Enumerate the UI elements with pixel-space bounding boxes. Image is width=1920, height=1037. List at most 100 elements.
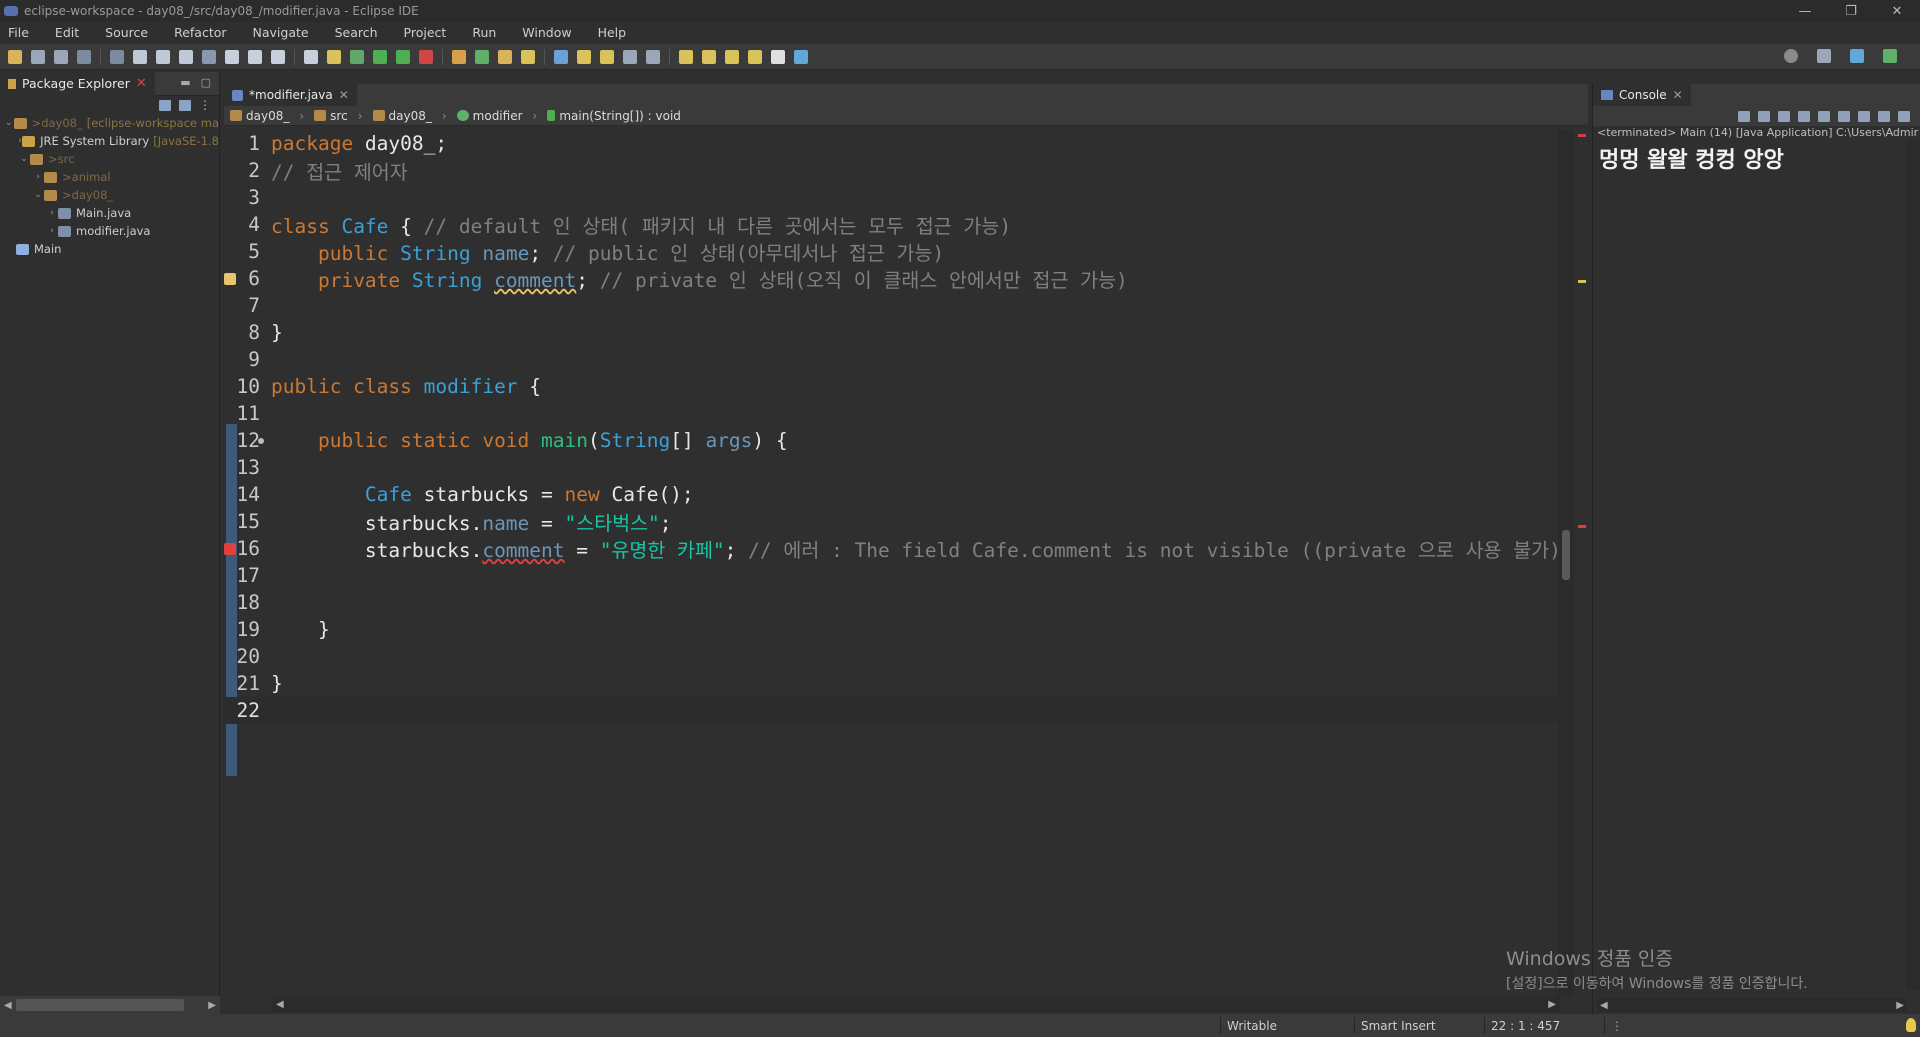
console-horizontal-scrollbar[interactable]: ◀ ▶ [1597, 998, 1907, 1012]
skip-breakpoints-icon[interactable] [110, 49, 124, 64]
scroll-left-icon[interactable]: ◀ [276, 999, 284, 1010]
toggle-mark-occurrences-icon[interactable] [554, 49, 568, 64]
step-over-icon[interactable] [248, 49, 262, 64]
open-type-icon[interactable] [498, 49, 512, 64]
back-arrow-icon[interactable] [748, 49, 762, 64]
remove-launch-icon[interactable] [1758, 110, 1770, 122]
code-line[interactable]: 12 public static void main(String[] args… [224, 427, 1574, 454]
next-annotation-icon[interactable] [679, 49, 693, 64]
minimize-button[interactable]: — [1782, 0, 1828, 22]
display-selected-console-icon[interactable] [1878, 110, 1890, 122]
tab-modifier-java[interactable]: *modifier.java ✕ [224, 84, 357, 106]
expanded-chevron-icon[interactable]: ⌄ [4, 114, 14, 132]
horizontal-scrollbar[interactable]: ◀ ▶ [0, 996, 220, 1014]
scroll-right-icon[interactable]: ▶ [1548, 999, 1556, 1010]
scroll-left-icon[interactable]: ◀ [1600, 1000, 1608, 1011]
tree-item[interactable]: Main [0, 240, 219, 258]
code-line[interactable]: 4 class Cafe { // default 인 상태( 패키지 내 다른 … [224, 211, 1574, 238]
tree-item[interactable]: ⌄ > day08_ [eclipse-workspace ma [0, 114, 219, 132]
new-java-project-icon[interactable] [452, 49, 466, 64]
coverage-icon[interactable] [396, 49, 410, 64]
collapsed-chevron-icon[interactable]: › [32, 168, 44, 186]
maximize-panel-icon[interactable]: ▢ [201, 76, 211, 89]
tree-item[interactable]: › modifier.java [0, 222, 219, 240]
terminal-icon[interactable] [77, 49, 91, 64]
code-line[interactable]: 22 [224, 697, 1574, 724]
toggle-block-selection-icon[interactable] [600, 49, 614, 64]
menu-navigate[interactable]: Navigate [253, 25, 309, 40]
console-output[interactable]: 멍멍 왈왈 컹컹 앙앙 [1593, 140, 1920, 176]
tab-console[interactable]: Console ✕ [1593, 84, 1691, 106]
tree-item[interactable]: › > animal [0, 168, 219, 186]
step-return-icon[interactable] [271, 49, 285, 64]
code-line[interactable]: 18 [224, 589, 1574, 616]
editor-horizontal-scrollbar[interactable]: ◀ ▶ [272, 996, 1560, 1012]
code-line[interactable]: 19 } [224, 616, 1574, 643]
tree-item[interactable]: › JRE System Library [JavaSE-1.8 [0, 132, 219, 150]
save-all-icon[interactable] [54, 49, 68, 64]
warning-marker-icon[interactable] [224, 272, 236, 285]
code-line[interactable]: 2 // 접근 제어자 [224, 157, 1574, 184]
menu-file[interactable]: File [8, 25, 29, 40]
breadcrumb-class[interactable]: modifier [456, 109, 523, 123]
code-line[interactable]: 16 starbucks.comment = "유명한 카페"; // 에러 :… [224, 535, 1574, 562]
breadcrumb-method[interactable]: main(String[]) : void [547, 109, 681, 123]
code-line[interactable]: 17 [224, 562, 1574, 589]
scroll-right-icon[interactable]: ▶ [208, 1000, 216, 1011]
terminate-icon[interactable] [179, 49, 193, 64]
code-line[interactable]: 6 private String comment; // private 인 상… [224, 265, 1574, 292]
menu-edit[interactable]: Edit [55, 25, 79, 40]
last-edit-location-icon[interactable] [725, 49, 739, 64]
tree-item[interactable]: ⌄ > src [0, 150, 219, 168]
java-perspective-icon[interactable] [1850, 49, 1864, 63]
toggle-highlight-icon[interactable] [577, 49, 591, 64]
menu-help[interactable]: Help [598, 25, 627, 40]
pin-console-icon[interactable] [1858, 110, 1870, 122]
error-marker-icon[interactable] [224, 542, 236, 555]
scrollbar-thumb[interactable] [16, 999, 184, 1011]
search-icon[interactable] [1784, 49, 1798, 63]
clear-console-icon[interactable] [1798, 110, 1810, 122]
fold-indicator-icon[interactable] [258, 437, 264, 444]
code-editor[interactable]: 1 package day08_; 2 // 접근 제어자 3 4 class Cafe {… [224, 130, 1574, 996]
collapsed-chevron-icon[interactable]: › [46, 204, 58, 222]
breadcrumb-project[interactable]: day08_ [230, 109, 289, 123]
code-line[interactable]: 10 public class modifier { [224, 373, 1574, 400]
open-console-icon[interactable] [1898, 110, 1910, 122]
scroll-left-icon[interactable]: ◀ [4, 1000, 12, 1011]
run-icon[interactable] [373, 49, 387, 64]
breadcrumb-package[interactable]: day08_ [372, 109, 432, 123]
menu-project[interactable]: Project [404, 25, 447, 40]
menu-refactor[interactable]: Refactor [174, 25, 226, 40]
warning-overview-icon[interactable] [1578, 280, 1586, 283]
code-line[interactable]: 13 [224, 454, 1574, 481]
suspend-icon[interactable] [156, 49, 170, 64]
cursor-position[interactable]: 22 : 1 : 457 [1484, 1017, 1604, 1034]
open-perspective-icon[interactable] [1817, 49, 1831, 63]
pin-editor-icon[interactable] [794, 49, 808, 64]
code-line[interactable]: 1 package day08_; [224, 130, 1574, 157]
view-menu-icon[interactable]: ⋮ [199, 98, 211, 112]
previous-annotation-icon[interactable] [702, 49, 716, 64]
tree-item[interactable]: › Main.java [0, 204, 219, 222]
breadcrumb-src[interactable]: src [314, 109, 348, 123]
tip-lightbulb-icon[interactable] [1906, 1018, 1916, 1032]
terminate-console-icon[interactable] [1738, 110, 1750, 122]
restore-button[interactable]: ❐ [1828, 0, 1874, 22]
collapsed-chevron-icon[interactable]: › [46, 222, 58, 240]
error-overview-icon[interactable] [1578, 525, 1586, 528]
close-window-button[interactable]: ✕ [1874, 0, 1920, 22]
debug-icon[interactable] [350, 49, 364, 64]
close-tab-icon[interactable]: ✕ [339, 88, 349, 102]
code-line[interactable]: 5 public String name; // public 인 상태(아무데… [224, 238, 1574, 265]
code-line[interactable]: 20 [224, 643, 1574, 670]
new-class-icon[interactable] [475, 49, 489, 64]
collapse-all-icon[interactable] [159, 99, 171, 111]
forward-arrow-icon[interactable] [771, 49, 785, 64]
console-vertical-scrollbar[interactable] [1906, 140, 1920, 990]
code-line[interactable]: 11 [224, 400, 1574, 427]
debug-perspective-icon[interactable] [1883, 49, 1897, 63]
external-tools-icon[interactable] [419, 49, 433, 64]
scroll-lock-icon[interactable] [1818, 110, 1830, 122]
menu-window[interactable]: Window [522, 25, 571, 40]
